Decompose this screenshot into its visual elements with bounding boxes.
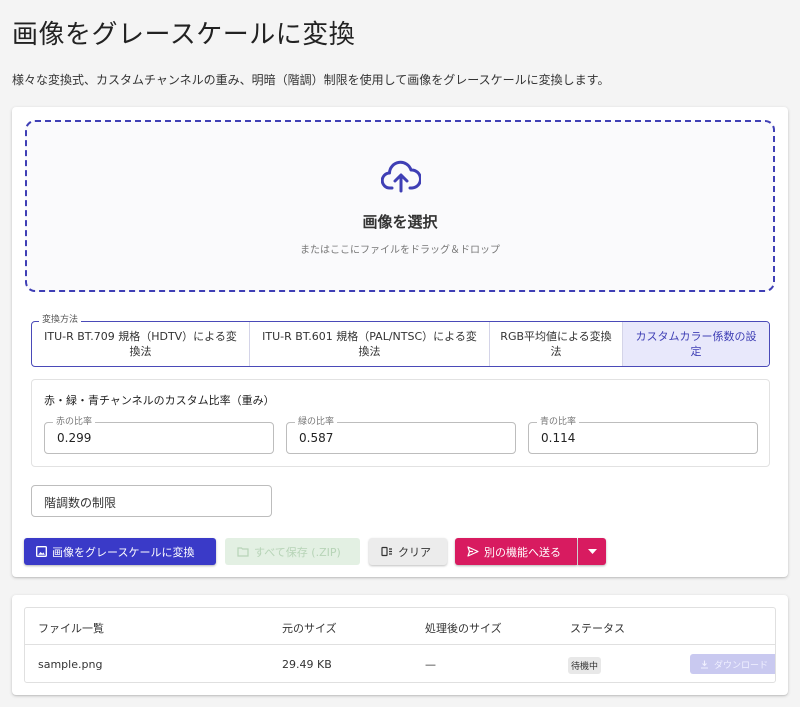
converter-card: 画像を選択 またはここにファイルをドラッグ＆ドロップ ITU-R BT.709 … [12, 107, 788, 577]
blue-ratio-label: 青の比率 [537, 416, 580, 428]
table-header-row: ファイル一覧 元のサイズ 処理後のサイズ ステータス [25, 608, 775, 645]
clear-button-label: クリア [398, 545, 431, 559]
levels-limit-label: 階調数の制限 [44, 496, 117, 510]
send-to-feature-button[interactable]: 別の機能へ送る [455, 538, 577, 565]
file-table: ファイル一覧 元のサイズ 処理後のサイズ ステータス sample.png 29… [24, 607, 776, 683]
method-option-custom[interactable]: カスタムカラー係数の設定 [623, 322, 769, 366]
dropzone-subtitle: またはここにファイルをドラッグ＆ドロップ [300, 245, 500, 256]
table-row: sample.png 29.49 KB — 待機中 ダウンロード [25, 646, 775, 682]
caret-down-icon [587, 548, 597, 554]
send-icon [467, 546, 479, 557]
file-name: sample.png [38, 658, 103, 671]
col-header-original-size: 元のサイズ [282, 622, 337, 635]
col-header-processed-size: 処理後のサイズ [425, 622, 502, 635]
custom-ratio-panel: 赤・緑・青チャンネルのカスタム比率（重み） 赤の比率 0.299 緑の比率 0.… [31, 379, 770, 467]
green-ratio-field[interactable]: 緑の比率 0.587 [286, 416, 516, 454]
col-header-status: ステータス [570, 622, 625, 635]
method-option-bt601[interactable]: ITU-R BT.601 規格（PAL/NTSC）による変換法 [250, 322, 490, 366]
file-list-card: ファイル一覧 元のサイズ 処理後のサイズ ステータス sample.png 29… [12, 595, 788, 695]
page-description: 様々な変換式、カスタムチャンネルの重み、明暗（階調）制限を使用して画像をグレース… [12, 73, 610, 87]
image-icon [36, 546, 47, 557]
col-header-file: ファイル一覧 [38, 622, 104, 635]
method-option-rgb-average[interactable]: RGB平均値による変換法 [490, 322, 623, 366]
blue-ratio-value: 0.114 [541, 431, 576, 445]
original-size: 29.49 KB [282, 658, 332, 671]
clear-button[interactable]: クリア [369, 538, 447, 565]
red-ratio-field[interactable]: 赤の比率 0.299 [44, 416, 274, 454]
ratio-title: 赤・緑・青チャンネルのカスタム比率（重み） [44, 394, 275, 407]
green-ratio-value: 0.587 [299, 431, 334, 445]
save-all-zip-button[interactable]: すべて保存 (.ZIP) [225, 538, 360, 565]
send-dropdown-button[interactable] [578, 538, 606, 565]
convert-button[interactable]: 画像をグレースケールに変換 [24, 538, 216, 565]
red-ratio-value: 0.299 [57, 431, 92, 445]
clear-all-icon [381, 546, 392, 557]
method-legend: 変換方法 [39, 315, 82, 326]
page-title: 画像をグレースケールに変換 [12, 20, 356, 50]
green-ratio-label: 緑の比率 [295, 416, 338, 428]
save-all-button-label: すべて保存 (.ZIP) [254, 545, 341, 559]
conversion-method-group: ITU-R BT.709 規格（HDTV）による変換法 ITU-R BT.601… [31, 321, 770, 367]
method-option-bt709[interactable]: ITU-R BT.709 規格（HDTV）による変換法 [32, 322, 250, 366]
folder-icon [237, 547, 249, 557]
blue-ratio-field[interactable]: 青の比率 0.114 [528, 416, 758, 454]
levels-limit-field[interactable]: 階調数の制限 [31, 485, 272, 517]
dropzone-title: 画像を選択 [362, 213, 438, 231]
download-icon [701, 660, 708, 669]
processed-size: — [425, 658, 436, 671]
red-ratio-label: 赤の比率 [53, 416, 96, 428]
status-badge: 待機中 [568, 657, 602, 674]
file-dropzone[interactable]: 画像を選択 またはここにファイルをドラッグ＆ドロップ [25, 120, 775, 292]
cloud-upload-icon [381, 160, 421, 193]
download-button-label: ダウンロード [714, 660, 769, 671]
download-button[interactable]: ダウンロード [690, 654, 775, 674]
convert-button-label: 画像をグレースケールに変換 [52, 545, 195, 559]
send-button-label: 別の機能へ送る [484, 545, 561, 559]
